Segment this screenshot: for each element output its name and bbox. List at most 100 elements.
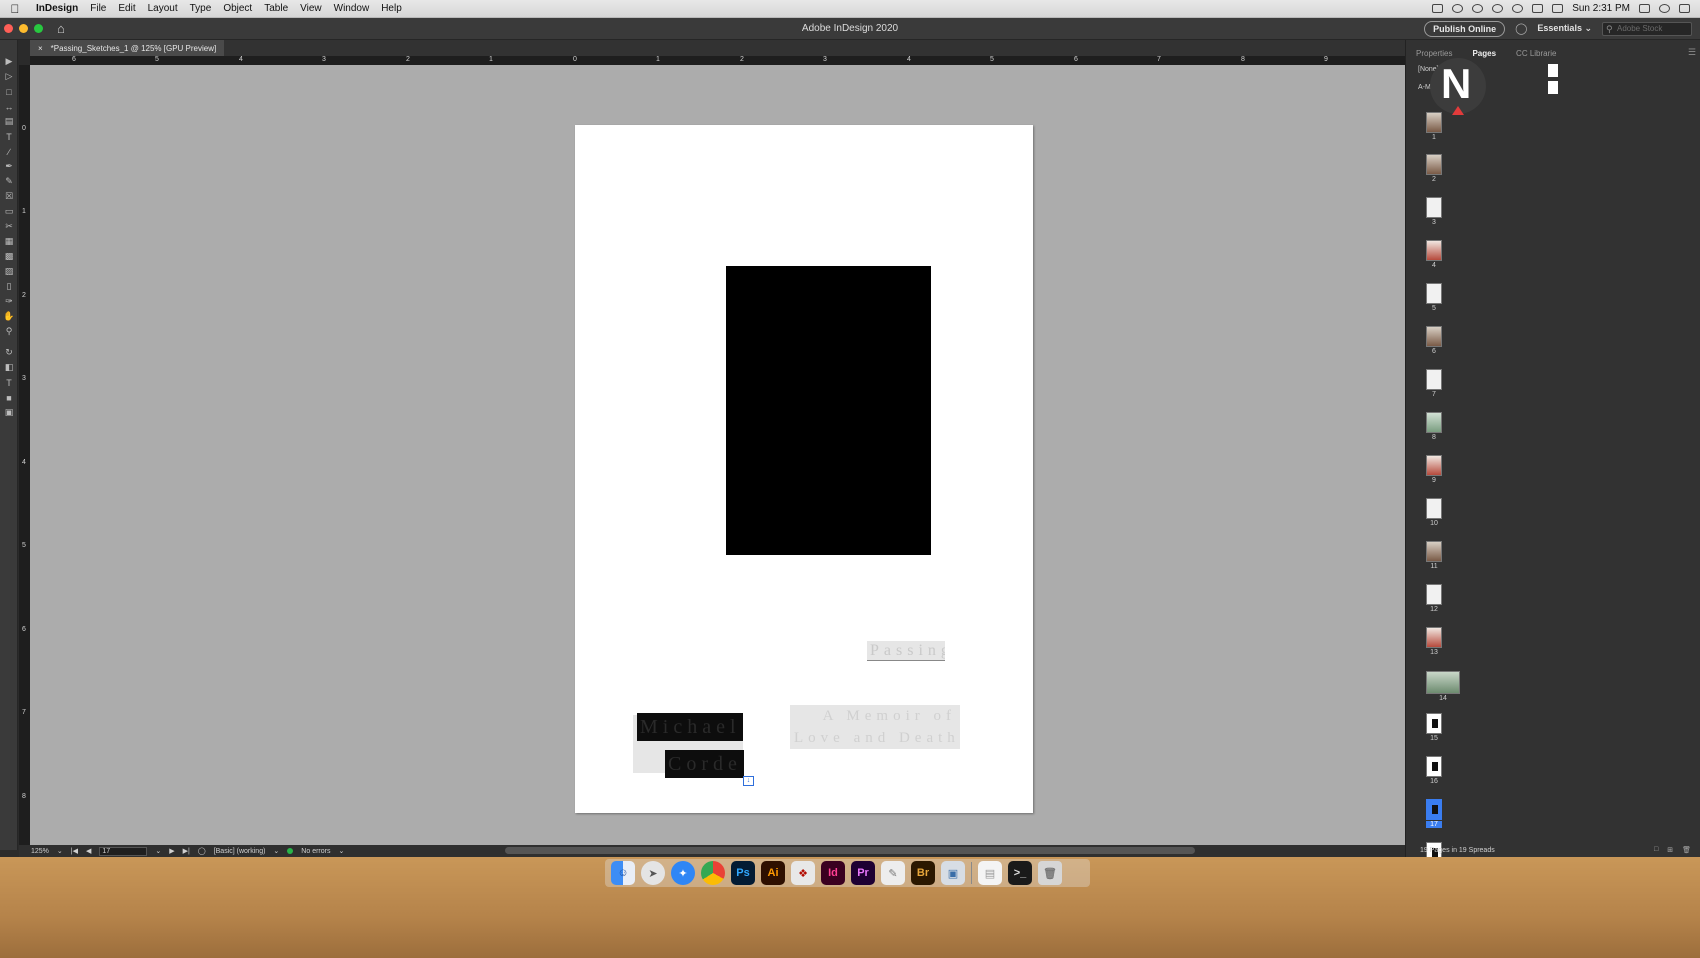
- preflight-toggle-icon[interactable]: ◯: [198, 847, 206, 855]
- close-icon[interactable]: ×: [38, 44, 43, 53]
- creative-cloud-icon[interactable]: [1452, 4, 1464, 13]
- zoom-level[interactable]: 125%: [31, 848, 49, 855]
- workspace-switcher[interactable]: Essentials ⌄: [1537, 23, 1592, 34]
- chevron-down-icon[interactable]: ⌄: [273, 847, 279, 855]
- document-page[interactable]: Passing A Memoir of Love and Death Micha…: [575, 125, 1033, 813]
- page-number-field[interactable]: 17: [99, 846, 148, 856]
- photoshop-icon[interactable]: Ps: [731, 861, 755, 885]
- page-thumbnail[interactable]: [1426, 756, 1442, 777]
- menu-help[interactable]: Help: [375, 3, 408, 14]
- page-2[interactable]: 2: [1426, 154, 1466, 183]
- close-window-button[interactable]: [4, 24, 13, 33]
- page-11[interactable]: 11: [1426, 541, 1466, 570]
- panel-menu-icon[interactable]: ☰: [1688, 47, 1696, 58]
- page-thumbnail[interactable]: [1426, 283, 1442, 304]
- rectangle-tool-icon[interactable]: ▭: [0, 204, 18, 219]
- page-5[interactable]: 5: [1426, 283, 1466, 312]
- adobe-stock-search-input[interactable]: ⚲ Adobe Stock: [1602, 21, 1692, 36]
- master-page-thumbnails[interactable]: [1548, 64, 1558, 96]
- image-frame[interactable]: [726, 266, 931, 555]
- page-tool-icon[interactable]: □: [0, 84, 18, 99]
- screen-mode-icon[interactable]: ▣: [0, 405, 18, 420]
- page-17-selected[interactable]: 17: [1426, 799, 1466, 828]
- page-8[interactable]: 8: [1426, 412, 1466, 441]
- page-thumbnail[interactable]: [1426, 498, 1442, 519]
- line-tool-icon[interactable]: ∕: [0, 144, 18, 159]
- page-15[interactable]: 15: [1426, 713, 1466, 742]
- master-page-thumb[interactable]: [1548, 81, 1558, 94]
- page-3[interactable]: 3: [1426, 197, 1466, 226]
- page-thumbnail[interactable]: [1426, 713, 1442, 734]
- hand-tool-icon[interactable]: ✋: [0, 309, 18, 324]
- pasteboard-canvas[interactable]: Passing A Memoir of Love and Death Micha…: [30, 65, 1405, 845]
- previous-page-icon[interactable]: ◀: [86, 847, 91, 855]
- menu-type[interactable]: Type: [184, 3, 218, 14]
- clock[interactable]: Sun 2:31 PM: [1572, 3, 1630, 14]
- direct-selection-tool-icon[interactable]: ▷: [0, 69, 18, 84]
- formatting-affects-text-icon[interactable]: T: [0, 375, 18, 390]
- page-thumbnail[interactable]: [1426, 197, 1442, 218]
- tab-cc-libraries[interactable]: CC Librarie: [1506, 46, 1566, 62]
- flag-icon[interactable]: [1639, 4, 1650, 13]
- page-1[interactable]: 1: [1426, 112, 1466, 141]
- gradient-swatch-tool-icon[interactable]: ▩: [0, 249, 18, 264]
- minimize-window-button[interactable]: [19, 24, 28, 33]
- type-tool-icon[interactable]: T: [0, 129, 18, 144]
- subtitle-text-frame[interactable]: A Memoir of Love and Death: [790, 705, 960, 749]
- scissors-tool-icon[interactable]: ✂: [0, 219, 18, 234]
- swap-fill-stroke-icon[interactable]: ↻: [0, 345, 18, 360]
- gap-tool-icon[interactable]: ↔: [0, 99, 18, 114]
- free-transform-tool-icon[interactable]: ▦: [0, 234, 18, 249]
- next-page-icon[interactable]: ▶: [169, 847, 174, 855]
- new-page-icon[interactable]: ⊞: [1667, 846, 1673, 854]
- zoom-window-button[interactable]: [34, 24, 43, 33]
- finder-icon[interactable]: ☺: [611, 861, 635, 885]
- note-tool-icon[interactable]: ▯: [0, 279, 18, 294]
- textedit-icon[interactable]: ✎: [881, 861, 905, 885]
- author-first-name-frame[interactable]: Michael: [637, 713, 743, 741]
- menu-table[interactable]: Table: [258, 3, 294, 14]
- horizontal-scrollbar[interactable]: [505, 847, 1195, 854]
- preview-icon[interactable]: ▣: [941, 861, 965, 885]
- volume-icon[interactable]: [1552, 4, 1564, 13]
- edit-page-size-icon[interactable]: □: [1654, 846, 1658, 854]
- page-thumbnail[interactable]: [1426, 412, 1442, 433]
- author-last-name-frame[interactable]: Corde: [665, 750, 744, 778]
- page-thumbnail[interactable]: [1426, 455, 1442, 476]
- eyedropper-tool-icon[interactable]: ✑: [0, 294, 18, 309]
- master-page-thumb[interactable]: [1548, 64, 1558, 77]
- document-icon[interactable]: ▤: [978, 861, 1002, 885]
- page-thumbnail[interactable]: [1426, 627, 1442, 648]
- page-thumbnail[interactable]: [1426, 326, 1442, 347]
- acrobat-icon[interactable]: ❖: [791, 861, 815, 885]
- apply-color-icon[interactable]: ■: [0, 390, 18, 405]
- page-16[interactable]: 16: [1426, 756, 1466, 785]
- page-thumbnail[interactable]: [1426, 671, 1460, 694]
- menu-file[interactable]: File: [84, 3, 112, 14]
- trash-icon[interactable]: 🗑: [1038, 861, 1062, 885]
- vertical-ruler[interactable]: 0 1 2 3 4 5 6 7 8: [19, 65, 30, 845]
- spotlight-search-icon[interactable]: [1659, 4, 1670, 13]
- page-thumbnail[interactable]: [1426, 541, 1442, 562]
- terminal-icon[interactable]: >_: [1008, 861, 1032, 885]
- indesign-icon[interactable]: Id: [821, 861, 845, 885]
- rectangle-frame-tool-icon[interactable]: ☒: [0, 189, 18, 204]
- menu-view[interactable]: View: [294, 3, 328, 14]
- page-12[interactable]: 12: [1426, 584, 1466, 613]
- page-13[interactable]: 13: [1426, 627, 1466, 656]
- first-page-icon[interactable]: |◀: [71, 847, 78, 855]
- menu-app-indesign[interactable]: InDesign: [30, 3, 84, 14]
- screen-mirror-icon[interactable]: [1432, 4, 1444, 13]
- pencil-tool-icon[interactable]: ✎: [0, 174, 18, 189]
- page-9[interactable]: 9: [1426, 455, 1466, 484]
- illustrator-icon[interactable]: Ai: [761, 861, 785, 885]
- title-text-frame[interactable]: Passing: [867, 641, 945, 661]
- page-10[interactable]: 10: [1426, 498, 1466, 527]
- last-page-icon[interactable]: ▶|: [183, 847, 190, 855]
- pen-tool-icon[interactable]: ✒: [0, 159, 18, 174]
- page-4[interactable]: 4: [1426, 240, 1466, 269]
- safari-icon[interactable]: ✦: [671, 861, 695, 885]
- page-thumbnail[interactable]: [1426, 154, 1442, 175]
- bridge-icon[interactable]: Br: [911, 861, 935, 885]
- page-6[interactable]: 6: [1426, 326, 1466, 355]
